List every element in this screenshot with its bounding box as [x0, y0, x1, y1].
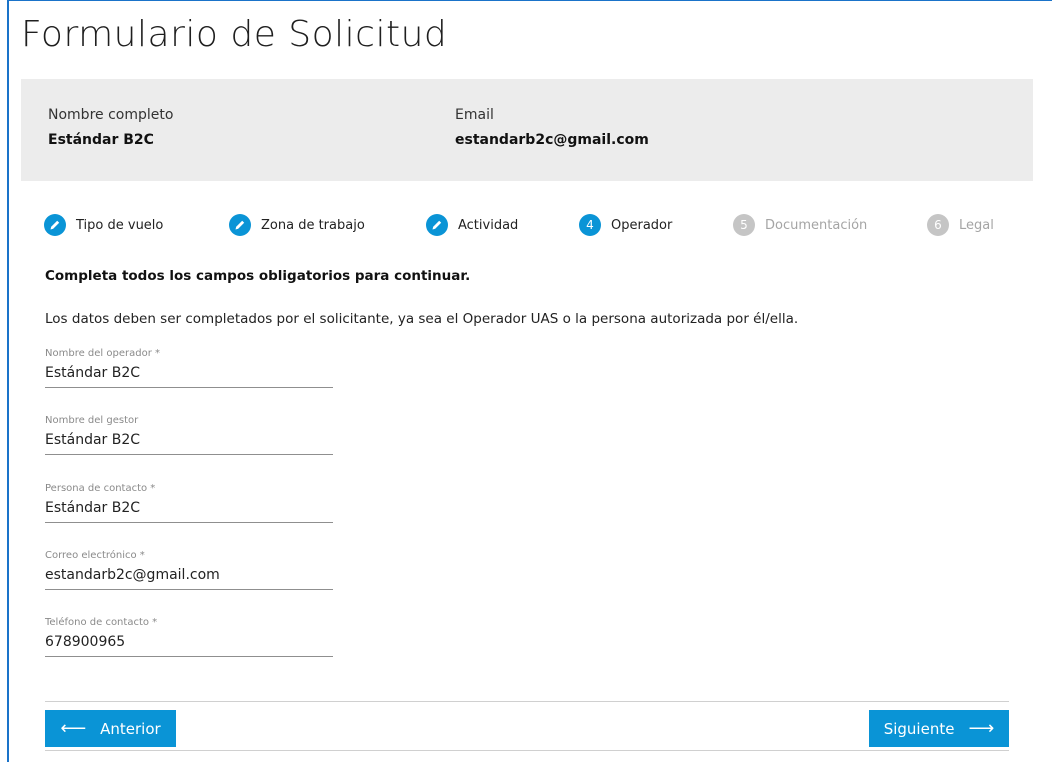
contact-person-input[interactable] — [45, 500, 333, 523]
progress-stepper: Tipo de vuelo Zona de trabajo Actividad … — [44, 212, 1014, 238]
phone-field: Teléfono de contacto * — [45, 617, 333, 657]
step-zona-de-trabajo[interactable]: Zona de trabajo — [229, 212, 365, 238]
user-info-panel: Nombre completo Estándar B2C Email estan… — [21, 79, 1033, 181]
previous-button-label: Anterior — [100, 719, 161, 738]
arrow-left-icon: ⟵ — [60, 718, 87, 739]
email-field: Correo electrónico * — [45, 550, 333, 590]
step-label: Legal — [959, 217, 994, 233]
footer-divider — [45, 701, 1009, 702]
step-actividad[interactable]: Actividad — [426, 212, 518, 238]
required-fields-note: Completa todos los campos obligatorios p… — [45, 268, 471, 284]
step-operador[interactable]: 4 Operador — [579, 212, 672, 238]
email-input[interactable] — [45, 567, 333, 590]
user-name-block: Nombre completo Estándar B2C — [48, 107, 173, 148]
step-legal: 6 Legal — [927, 212, 994, 238]
user-name-value: Estándar B2C — [48, 132, 154, 148]
user-email-value: estandarb2c@gmail.com — [455, 132, 649, 148]
step-label: Actividad — [458, 217, 519, 233]
next-button-label: Siguiente — [883, 719, 955, 738]
user-email-label: Email — [455, 107, 494, 123]
field-label: Persona de contacto * — [45, 483, 156, 494]
step-number-badge: 5 — [733, 214, 755, 236]
user-email-block: Email estandarb2c@gmail.com — [455, 107, 649, 148]
step-label: Zona de trabajo — [261, 217, 365, 233]
page-title: Formulario de Solicitud — [21, 14, 448, 55]
window-border-left — [7, 0, 9, 762]
step-number-badge: 6 — [927, 214, 949, 236]
window-border-top — [7, 0, 1052, 1]
manager-name-field: Nombre del gestor — [45, 415, 333, 455]
footer-divider-bottom — [45, 750, 1009, 751]
field-label: Nombre del gestor — [45, 415, 139, 426]
step-documentacion: 5 Documentación — [733, 212, 867, 238]
previous-button[interactable]: ⟵ Anterior — [45, 710, 176, 747]
form-description: Los datos deben ser completados por el s… — [45, 311, 799, 327]
pencil-icon — [426, 214, 448, 236]
phone-input[interactable] — [45, 634, 333, 657]
pencil-icon — [229, 214, 251, 236]
arrow-right-icon: ⟶ — [968, 718, 995, 739]
field-label: Teléfono de contacto * — [45, 617, 158, 628]
user-name-label: Nombre completo — [48, 107, 174, 123]
step-tipo-de-vuelo[interactable]: Tipo de vuelo — [44, 212, 163, 238]
pencil-icon — [44, 214, 66, 236]
step-label: Operador — [611, 217, 673, 233]
operator-name-input[interactable] — [45, 365, 333, 388]
next-button[interactable]: Siguiente ⟶ — [869, 710, 1009, 747]
contact-person-field: Persona de contacto * — [45, 483, 333, 523]
field-label: Correo electrónico * — [45, 550, 145, 561]
manager-name-input[interactable] — [45, 432, 333, 455]
step-number-badge: 4 — [579, 214, 601, 236]
operator-name-field: Nombre del operador * — [45, 348, 333, 388]
field-label: Nombre del operador * — [45, 348, 160, 359]
step-label: Tipo de vuelo — [76, 217, 164, 233]
step-label: Documentación — [765, 217, 868, 233]
